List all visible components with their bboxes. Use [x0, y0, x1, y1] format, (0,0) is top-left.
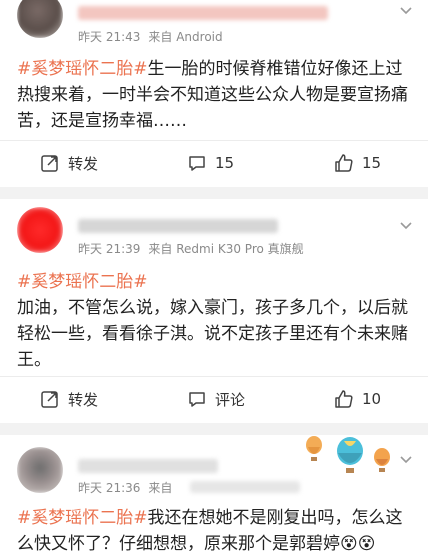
- post-time: 昨天 21:43: [78, 30, 141, 44]
- comment-label: 评论: [215, 390, 246, 409]
- separator: [0, 423, 428, 435]
- like-count: 15: [362, 154, 382, 172]
- chevron-down-icon[interactable]: [399, 219, 413, 233]
- like-button[interactable]: 15: [334, 141, 381, 185]
- post-body: #奚梦瑶怀二胎# 加油，不管怎么说，嫁入豪门，孩子多几个，以后就轻松一些，看看徐…: [17, 269, 416, 373]
- post-3: 昨天 21:36 来自 #奚梦瑶怀二胎#我还在想她不是刚复出吗，怎么这么快又怀了？…: [0, 435, 428, 557]
- balloons-decoration: [306, 436, 390, 473]
- post-source: 来自: [148, 481, 173, 495]
- post-time: 昨天 21:36: [78, 481, 141, 495]
- topic-tag[interactable]: #奚梦瑶怀二胎#: [17, 59, 148, 79]
- avatar[interactable]: [17, 0, 63, 38]
- username-blurred[interactable]: [78, 459, 218, 473]
- avatar[interactable]: [17, 447, 63, 493]
- separator: [0, 187, 428, 199]
- post-meta: 昨天 21:39 来自 Redmi K30 Pro 真旗舰: [78, 240, 312, 257]
- post-text: 加油，不管怎么说，嫁入豪门，孩子多几个，以后就轻松一些，看看徐子淇。说不定孩子里…: [17, 298, 408, 370]
- repost-button[interactable]: 转发: [40, 141, 98, 185]
- thumbs-up-icon: [335, 154, 353, 172]
- post-source: 来自 Redmi K30 Pro 真旗舰: [148, 242, 304, 256]
- post-time: 昨天 21:39: [78, 242, 141, 256]
- chevron-down-icon[interactable]: [399, 453, 413, 467]
- source-blurred: [190, 481, 300, 493]
- like-button[interactable]: 10: [334, 377, 381, 421]
- comment-count: 15: [215, 154, 235, 172]
- thumbs-up-icon: [335, 390, 353, 408]
- comment-button[interactable]: 评论: [187, 377, 245, 421]
- action-bar: 转发 评论 10: [0, 376, 428, 421]
- post-body: #奚梦瑶怀二胎#生一胎的时候脊椎错位好像还上过热搜来着，一时半会不知道这些公众人…: [17, 56, 416, 134]
- repost-label: 转发: [68, 390, 99, 409]
- post-body: #奚梦瑶怀二胎#我还在想她不是刚复出吗，怎么这么快又怀了？仔细想想，原来那个是郭…: [17, 505, 416, 557]
- comment-icon: [189, 156, 205, 171]
- username-blurred[interactable]: [78, 219, 278, 233]
- post-1: 昨天 21:43 来自 Android #奚梦瑶怀二胎#生一胎的时候脊椎错位好像还…: [0, 0, 428, 188]
- action-bar: 转发 15 15: [0, 140, 428, 185]
- repost-icon: [41, 155, 58, 172]
- post-source: 来自 Android: [148, 30, 223, 44]
- repost-icon: [41, 391, 58, 408]
- comment-button[interactable]: 15: [187, 141, 234, 185]
- post-meta: 昨天 21:36 来自: [78, 479, 180, 496]
- repost-button[interactable]: 转发: [40, 377, 98, 421]
- topic-tag[interactable]: #奚梦瑶怀二胎#: [17, 508, 148, 528]
- post-meta: 昨天 21:43 来自 Android: [78, 28, 231, 45]
- username-blurred[interactable]: [78, 6, 328, 20]
- repost-label: 转发: [68, 154, 99, 173]
- like-count: 10: [362, 390, 382, 408]
- avatar[interactable]: [17, 207, 63, 253]
- post-2: 昨天 21:39 来自 Redmi K30 Pro 真旗舰 #奚梦瑶怀二胎# 加油…: [0, 199, 428, 424]
- topic-tag[interactable]: #奚梦瑶怀二胎#: [17, 269, 416, 295]
- chevron-down-icon[interactable]: [399, 4, 413, 18]
- comment-icon: [189, 392, 205, 407]
